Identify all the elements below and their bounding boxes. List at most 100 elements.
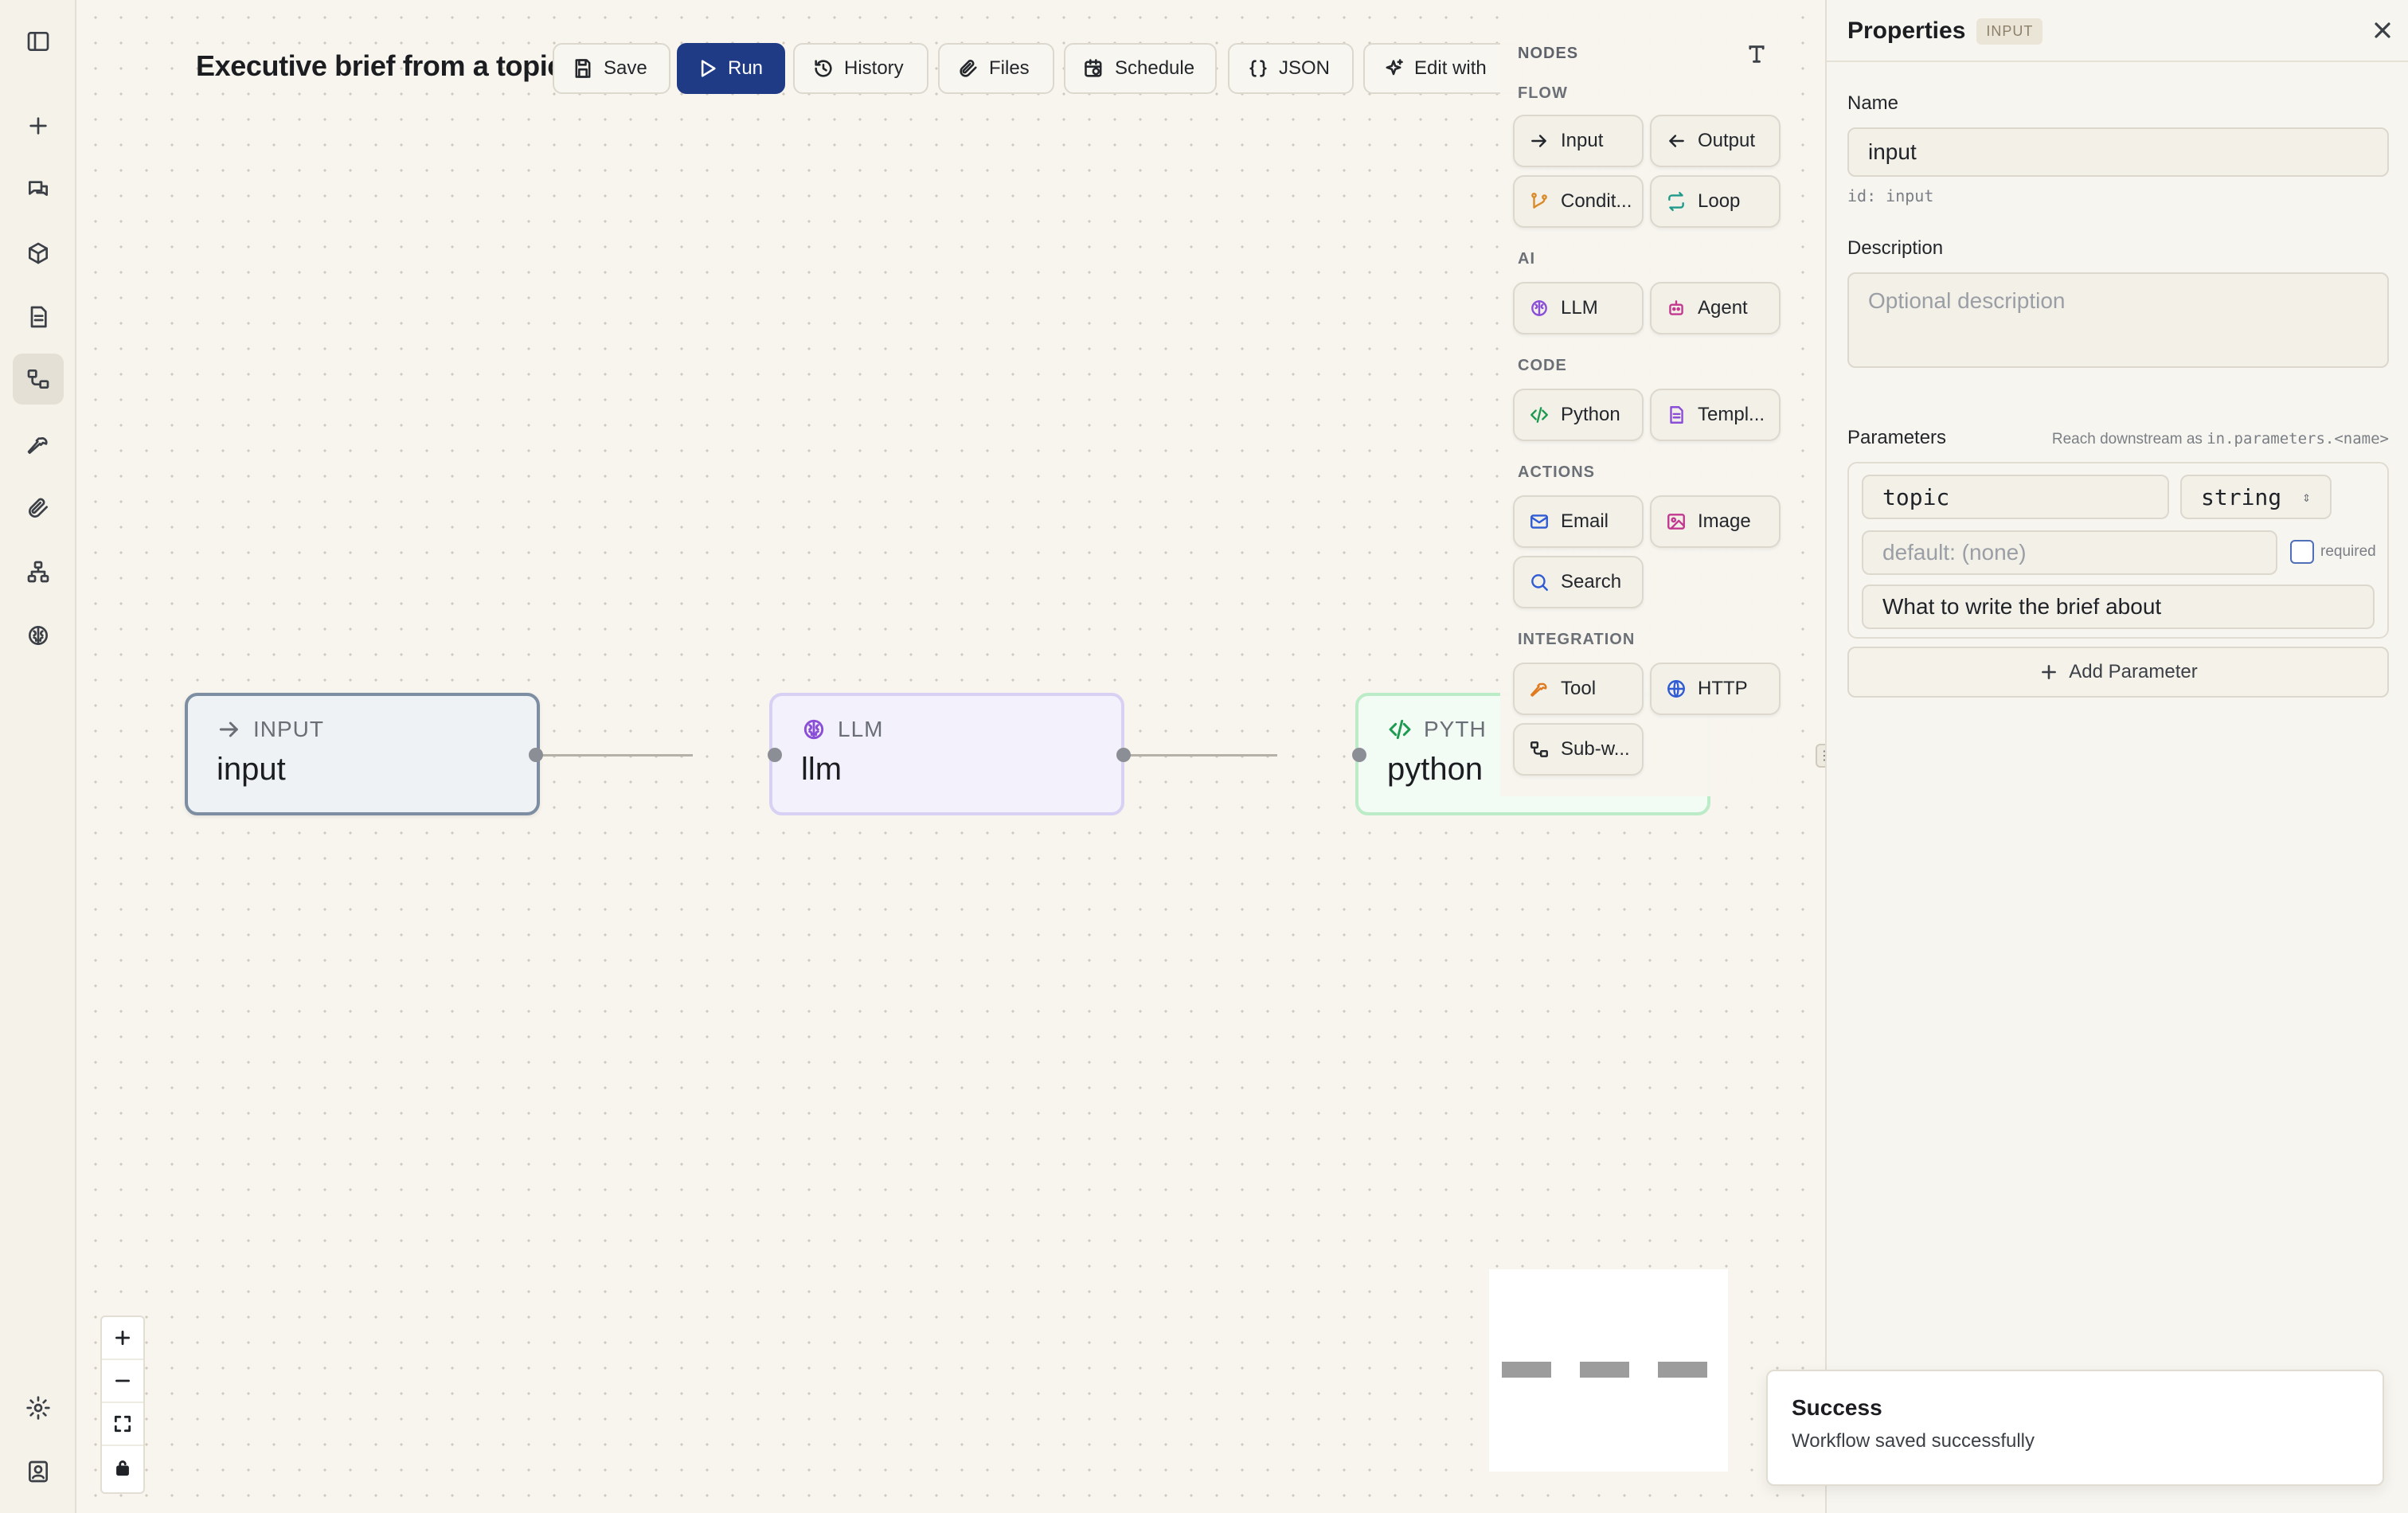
param-type-select[interactable]: string ⇕ xyxy=(2180,475,2332,519)
fit-view-icon[interactable] xyxy=(102,1403,143,1446)
name-field[interactable]: input xyxy=(1847,127,2389,177)
sparkles-icon xyxy=(1386,59,1403,76)
palette-item-search[interactable]: Search xyxy=(1513,556,1644,608)
document-icon[interactable] xyxy=(13,291,64,342)
toast-message: Workflow saved successfully xyxy=(1792,1430,2035,1452)
wrench-icon[interactable] xyxy=(13,419,64,470)
chat-icon[interactable] xyxy=(13,164,64,215)
plus-icon[interactable] xyxy=(13,100,64,151)
file-text-icon xyxy=(1670,406,1683,424)
lock-icon[interactable] xyxy=(102,1446,143,1489)
minimap[interactable] xyxy=(1489,1269,1728,1472)
palette-item-loop[interactable]: Loop xyxy=(1650,175,1781,228)
history-button[interactable]: History xyxy=(793,43,928,94)
palette-item-subworkflow[interactable]: Sub-w... xyxy=(1513,723,1644,776)
palette-item-tool[interactable]: Tool xyxy=(1513,663,1644,715)
port-input-out[interactable] xyxy=(529,748,543,762)
palette-item-label: Condit... xyxy=(1561,190,1632,212)
toast-title: Success xyxy=(1792,1395,1882,1420)
palette-item-agent[interactable]: Agent xyxy=(1650,282,1781,334)
zoom-controls xyxy=(100,1316,145,1494)
palette-item-output[interactable]: Output xyxy=(1650,115,1781,167)
palette-item-llm[interactable]: LLM xyxy=(1513,282,1644,334)
sidebar-toggle-icon[interactable] xyxy=(13,16,64,67)
node-name: input xyxy=(217,752,286,787)
robot-icon xyxy=(1669,300,1683,315)
json-label: JSON xyxy=(1279,57,1331,79)
param-default-field[interactable]: default: (none) xyxy=(1862,530,2277,575)
palette-item-image[interactable]: Image xyxy=(1650,495,1781,548)
palette-item-http[interactable]: HTTP xyxy=(1650,663,1781,715)
param-type-value: string xyxy=(2201,483,2282,510)
palette-item-label: LLM xyxy=(1561,297,1598,319)
port-python-in[interactable] xyxy=(1352,748,1366,762)
properties-title: Properties xyxy=(1847,18,1966,44)
brain-icon xyxy=(1531,300,1547,316)
palette-item-input[interactable]: Input xyxy=(1513,115,1644,167)
text-format-icon[interactable] xyxy=(1745,43,1768,65)
minimap-node xyxy=(1502,1362,1551,1378)
palette-item-label: Search xyxy=(1561,571,1622,592)
workflow-icon[interactable] xyxy=(13,354,64,405)
save-icon xyxy=(575,59,591,78)
play-icon xyxy=(701,60,716,77)
required-label: required xyxy=(2320,543,2376,560)
param-name-field[interactable]: topic xyxy=(1862,475,2169,519)
brain-icon xyxy=(803,719,824,740)
node-kind-label: LLM xyxy=(838,717,884,741)
zoom-out-icon[interactable] xyxy=(102,1360,143,1403)
braces-icon xyxy=(1249,60,1267,77)
palette-item-label: Loop xyxy=(1698,190,1741,212)
palette-item-label: Templ... xyxy=(1698,404,1765,425)
node-llm[interactable]: LLM llm xyxy=(769,693,1124,815)
required-checkbox[interactable] xyxy=(2290,540,2314,564)
files-label: Files xyxy=(989,57,1030,79)
add-parameter-button[interactable]: Add Parameter xyxy=(1847,647,2389,698)
zoom-in-icon[interactable] xyxy=(102,1317,143,1360)
node-input[interactable]: INPUT input xyxy=(185,693,540,815)
files-button[interactable]: Files xyxy=(938,43,1054,94)
palette-item-label: Tool xyxy=(1561,678,1597,699)
success-toast[interactable]: Success Workflow saved successfully xyxy=(1766,1370,2384,1486)
parameters-hint-code: in.parameters.<name> xyxy=(2207,430,2389,448)
brain-icon[interactable] xyxy=(13,610,64,661)
workflow-title: Executive brief from a topic xyxy=(196,49,563,82)
port-llm-out[interactable] xyxy=(1116,748,1131,762)
settings-icon[interactable] xyxy=(13,1382,64,1433)
node-kind-label: PYTH xyxy=(1424,717,1487,741)
port-llm-in[interactable] xyxy=(768,748,782,762)
minimap-node xyxy=(1580,1362,1629,1378)
close-icon[interactable] xyxy=(2370,18,2395,43)
edit-with-button[interactable]: Edit with xyxy=(1363,43,1523,94)
hierarchy-icon[interactable] xyxy=(13,546,64,597)
plus-icon xyxy=(2042,665,2057,679)
schedule-button[interactable]: Schedule xyxy=(1064,43,1217,94)
left-rail xyxy=(0,0,76,1513)
palette-header: NODES xyxy=(1518,45,1579,62)
palette-item-template[interactable]: Templ... xyxy=(1650,389,1781,441)
save-button[interactable]: Save xyxy=(553,43,670,94)
arrow-left-icon xyxy=(1669,135,1684,147)
node-kind-label: INPUT xyxy=(253,717,324,741)
palette-item-label: Image xyxy=(1698,510,1751,532)
json-button[interactable]: JSON xyxy=(1228,43,1354,94)
cube-icon[interactable] xyxy=(13,228,64,279)
run-button[interactable]: Run xyxy=(677,43,785,94)
parameters-label: Parameters xyxy=(1847,427,1947,448)
run-label: Run xyxy=(728,57,764,79)
palette-item-condition[interactable]: Condit... xyxy=(1513,175,1644,228)
history-label: History xyxy=(844,57,904,79)
palette-item-email[interactable]: Email xyxy=(1513,495,1644,548)
param-description-field[interactable]: What to write the brief about xyxy=(1862,584,2375,629)
code-icon xyxy=(1530,407,1548,423)
palette-item-label: Email xyxy=(1561,510,1609,532)
palette-item-label: Agent xyxy=(1698,297,1748,319)
palette-item-python[interactable]: Python xyxy=(1513,389,1644,441)
description-field[interactable]: Optional description xyxy=(1847,272,2389,368)
palette-section-ai: AI xyxy=(1518,250,1535,268)
profile-icon[interactable] xyxy=(13,1446,64,1497)
edit-with-label: Edit with xyxy=(1414,57,1487,79)
divider xyxy=(1827,61,2408,62)
minimap-node xyxy=(1658,1362,1707,1378)
paperclip-icon[interactable] xyxy=(13,483,64,534)
